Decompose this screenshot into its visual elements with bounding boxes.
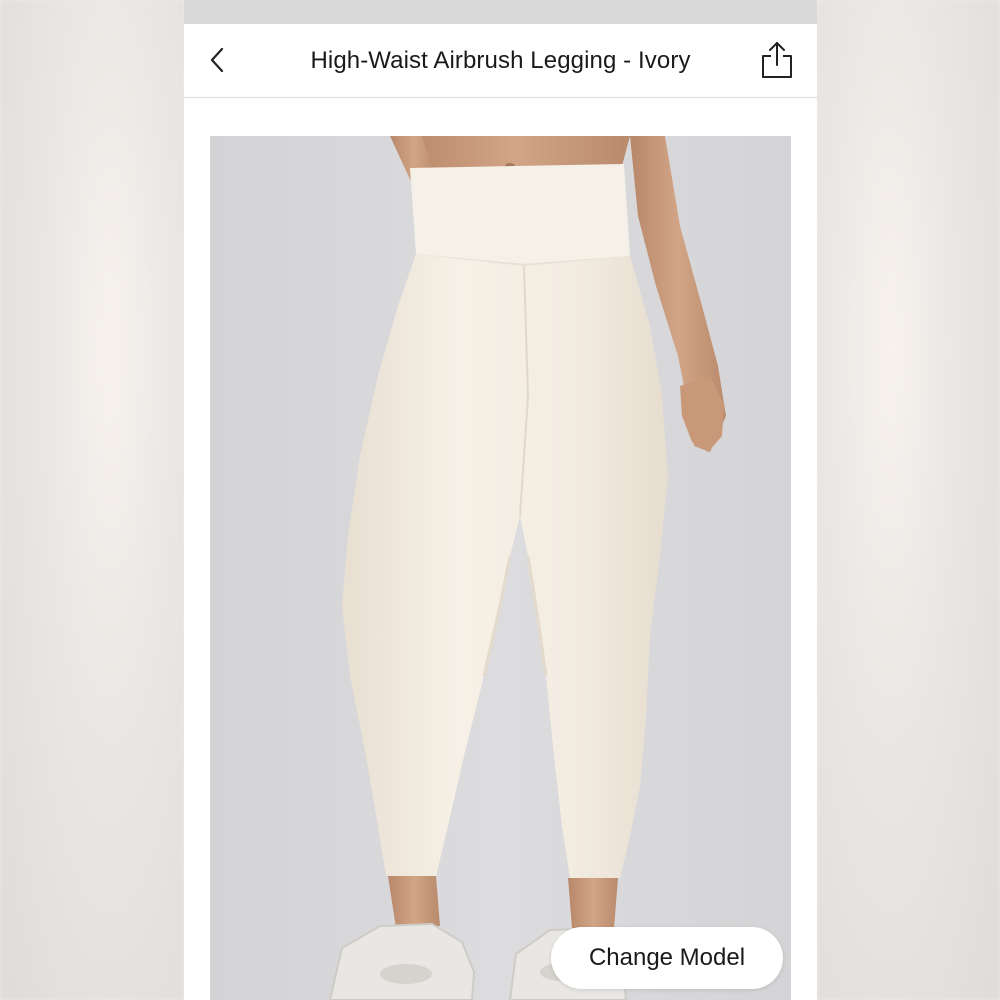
legging-photo — [210, 136, 791, 1000]
change-model-button[interactable]: Change Model — [551, 927, 783, 989]
chevron-left-icon — [210, 47, 224, 73]
share-icon — [762, 42, 792, 78]
back-button[interactable] — [200, 42, 236, 78]
page-title: High-Waist Airbrush Legging - Ivory — [310, 47, 691, 74]
app-screen: High-Waist Airbrush Legging - Ivory Chan… — [184, 0, 817, 1000]
background-right — [817, 0, 1000, 1000]
status-bar — [184, 0, 817, 24]
product-image[interactable] — [210, 136, 791, 1000]
background-left — [0, 0, 184, 1000]
share-button[interactable] — [757, 38, 797, 82]
navigation-bar: High-Waist Airbrush Legging - Ivory — [184, 24, 817, 98]
